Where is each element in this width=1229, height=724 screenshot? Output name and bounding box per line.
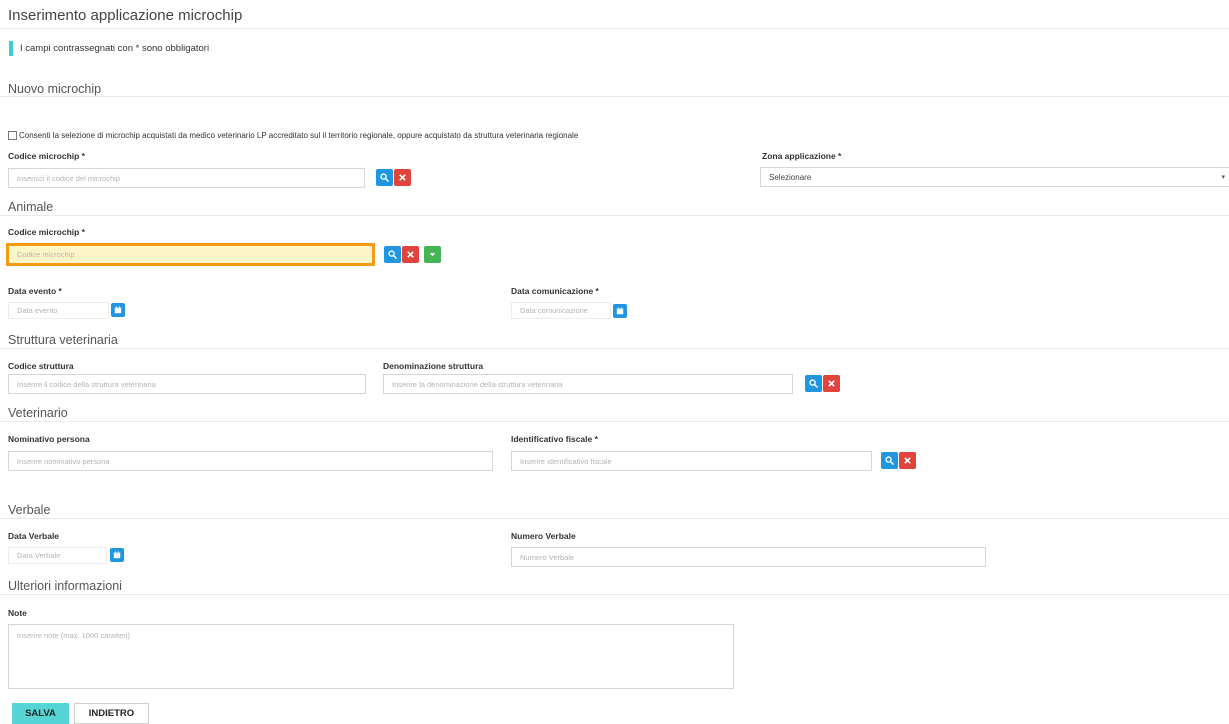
data-evento-label: Data evento * (8, 286, 62, 296)
data-evento-input[interactable] (8, 302, 109, 319)
calendar-icon (616, 307, 624, 315)
data-evento-calendar-button[interactable] (111, 303, 125, 317)
numero-verbale-input[interactable] (511, 547, 986, 567)
struttura-search-button[interactable] (805, 375, 822, 392)
data-verbale-calendar-button[interactable] (110, 548, 124, 562)
section-title-veterinario: Veterinario (8, 406, 68, 420)
animale-search-button[interactable] (384, 246, 401, 263)
codice-struttura-label: Codice struttura (8, 361, 74, 371)
animale-codice-label: Codice microchip * (8, 227, 85, 237)
veterinario-clear-button[interactable] (899, 452, 916, 469)
required-note-marker (9, 41, 13, 56)
search-icon (380, 173, 389, 182)
denominazione-struttura-label: Denominazione struttura (383, 361, 484, 371)
struttura-clear-button[interactable] (823, 375, 840, 392)
data-comunicazione-input[interactable] (511, 302, 611, 319)
caret-down-icon (428, 250, 437, 259)
nominativo-label: Nominativo persona (8, 434, 90, 444)
back-button[interactable]: INDIETRO (74, 703, 149, 724)
calendar-icon (113, 551, 121, 559)
divider (0, 518, 1229, 519)
save-button[interactable]: SALVA (12, 703, 69, 724)
data-comunicazione-calendar-button[interactable] (613, 304, 627, 318)
divider (0, 96, 1229, 97)
close-icon (903, 456, 912, 465)
divider (0, 348, 1229, 349)
section-title-struttura: Struttura veterinaria (8, 333, 118, 347)
section-title-ulteriori: Ulteriori informazioni (8, 579, 122, 593)
consent-checkbox-label: Consenti la selezione di microchip acqui… (19, 131, 579, 140)
zona-label: Zona applicazione * (762, 151, 842, 161)
animale-clear-button[interactable] (402, 246, 419, 263)
nuovo-codice-input[interactable] (8, 168, 365, 188)
denominazione-struttura-input[interactable] (383, 374, 793, 394)
close-icon (398, 173, 407, 182)
nuovo-search-button[interactable] (376, 169, 393, 186)
zona-select-value: Selezionare (769, 172, 812, 182)
search-icon (809, 379, 818, 388)
data-comunicazione-label: Data comunicazione * (511, 286, 599, 296)
cf-label: Identificativo fiscale * (511, 434, 598, 444)
consent-checkbox[interactable] (8, 131, 17, 140)
divider (0, 594, 1229, 595)
search-icon (388, 250, 397, 259)
close-icon (406, 250, 415, 259)
animale-dropdown-button[interactable] (424, 246, 441, 263)
page-title: Inserimento applicazione microchip (8, 7, 243, 24)
zona-select[interactable]: Selezionare ▾ (760, 167, 1229, 187)
divider (0, 28, 1229, 29)
divider (0, 215, 1229, 216)
calendar-icon (114, 306, 122, 314)
section-title-verbale: Verbale (8, 503, 51, 517)
chevron-down-icon: ▾ (1221, 174, 1225, 181)
cf-input[interactable] (511, 451, 872, 471)
veterinario-search-button[interactable] (881, 452, 898, 469)
nuovo-clear-button[interactable] (394, 169, 411, 186)
codice-struttura-input[interactable] (8, 374, 366, 394)
data-verbale-input[interactable] (8, 547, 107, 564)
note-label: Note (8, 608, 27, 618)
data-verbale-label: Data Verbale (8, 531, 60, 541)
nuovo-codice-label: Codice microchip * (8, 151, 85, 161)
note-textarea[interactable] (8, 624, 734, 689)
search-icon (885, 456, 894, 465)
required-note: I campi contrassegnati con * sono obblig… (20, 43, 210, 54)
section-title-animale: Animale (8, 200, 54, 214)
divider (0, 421, 1229, 422)
close-icon (827, 379, 836, 388)
animale-codice-input[interactable] (6, 243, 375, 266)
numero-verbale-label: Numero Verbale (511, 531, 576, 541)
section-title-nuovo-microchip: Nuovo microchip (8, 82, 102, 96)
nominativo-input[interactable] (8, 451, 493, 471)
